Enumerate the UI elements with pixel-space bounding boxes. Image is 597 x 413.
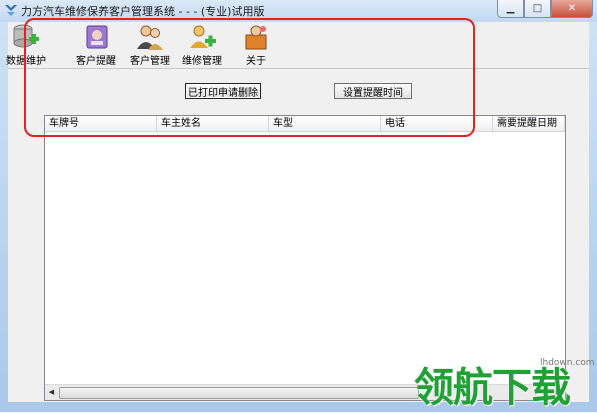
- close-button[interactable]: ✕: [551, 0, 593, 18]
- users-icon: [137, 25, 163, 50]
- database-icon: [13, 24, 39, 48]
- toolbar-customer-reminder[interactable]: 客户提醒: [70, 23, 122, 67]
- repair-add-icon: [190, 25, 216, 48]
- list-header: 车牌号 车主姓名 车型 电话 需要提醒日期: [45, 116, 565, 132]
- watermark-text: 领航下载: [414, 365, 571, 411]
- scroll-left-icon[interactable]: ◀: [45, 386, 58, 398]
- minimize-button[interactable]: ▁: [497, 0, 524, 18]
- toolbar-label: 关于: [246, 56, 266, 67]
- toolbar-label: 维修管理: [182, 56, 222, 67]
- column-header-model[interactable]: 车型: [269, 116, 381, 131]
- toolbar-customer-management[interactable]: 客户管理: [124, 23, 176, 67]
- app-logo-icon: [5, 5, 17, 16]
- toolbar-label: 客户管理: [130, 56, 170, 67]
- toolbar-repair-management[interactable]: 维修管理: [176, 23, 228, 67]
- column-header-phone[interactable]: 电话: [381, 116, 493, 131]
- column-header-reminder-date[interactable]: 需要提醒日期: [493, 116, 565, 131]
- client-area: 数据维护 客户提醒 客户管理 维修管理 关于 已打印申请删除 设置提醒时间 车牌…: [6, 22, 589, 402]
- toolbar-label: 数据维护: [6, 56, 46, 67]
- column-header-plate[interactable]: 车牌号: [45, 116, 157, 131]
- title-bar: 力方汽车维修保养客户管理系统 - - - (专业)试用版 ▁ □ ✕: [0, 0, 597, 22]
- app-window: 力方汽车维修保养客户管理系统 - - - (专业)试用版 ▁ □ ✕ 数据维护: [0, 0, 597, 412]
- about-icon: [245, 25, 267, 50]
- open-send-button[interactable]: 已打印申请删除: [185, 83, 261, 99]
- window-controls: ▁ □ ✕: [497, 0, 593, 18]
- reminder-icon: [86, 25, 108, 49]
- window-title: 力方汽车维修保养客户管理系统 - - - (专业)试用版: [21, 5, 265, 18]
- main-toolbar: 数据维护 客户提醒 客户管理 维修管理 关于: [6, 22, 589, 69]
- toolbar-data-maintenance[interactable]: 数据维护: [0, 23, 52, 67]
- toolbar-label: 客户提醒: [76, 56, 116, 67]
- set-reminder-time-button[interactable]: 设置提醒时间: [334, 83, 412, 99]
- toolbar-about[interactable]: 关于: [230, 23, 282, 67]
- column-header-owner[interactable]: 车主姓名: [157, 116, 269, 131]
- scroll-thumb[interactable]: [59, 387, 419, 399]
- maximize-button[interactable]: □: [524, 0, 551, 18]
